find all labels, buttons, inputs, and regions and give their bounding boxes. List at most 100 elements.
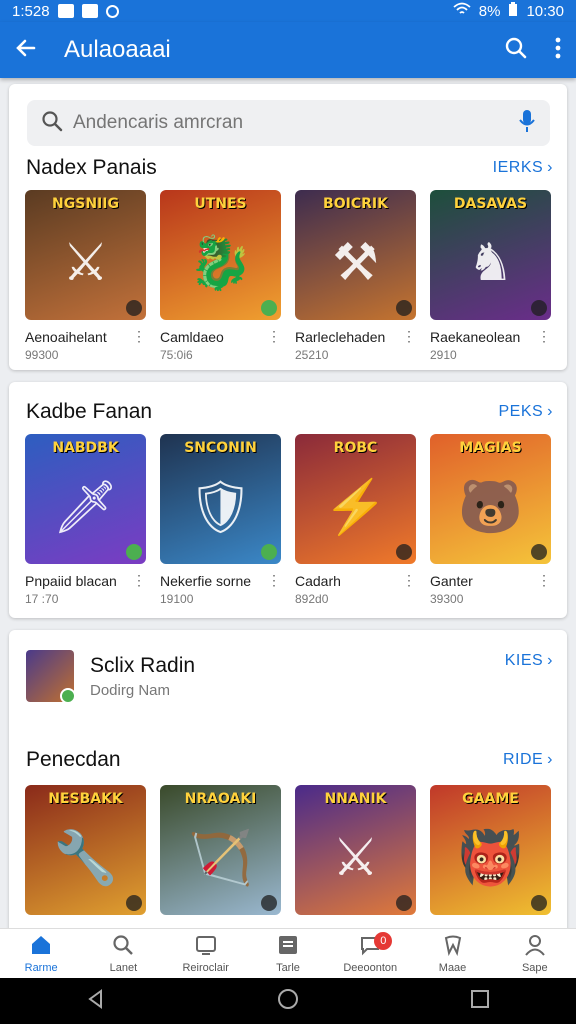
app-tile[interactable]: SNCONIN 🛡 Nekerfie sorne ⋮ 19100 (160, 434, 281, 606)
page-title: Aulaoaaai (64, 36, 171, 63)
back-nav-icon[interactable] (86, 988, 106, 1014)
app-thumbnail: DASAVAS ♞ (430, 190, 551, 320)
game-logo-text: NABDBK (52, 440, 119, 456)
section-title: Kadbe Fanan (26, 400, 153, 423)
nav-item[interactable]: Rarme (0, 929, 82, 978)
app-bar: Aulaoaaai (0, 22, 576, 78)
more-options-icon[interactable]: ⋮ (267, 328, 281, 345)
app-tile[interactable]: BOICRIK ⚒ Rarleclehaden ⋮ 25210 (295, 190, 416, 362)
game-logo-text: NGSNIIG (52, 196, 119, 212)
game-character-icon: 🛡 (187, 478, 254, 537)
see-more-link[interactable]: RIDE › (503, 751, 553, 769)
app-tile[interactable]: NNANIK ⚔ (295, 785, 416, 915)
search-icon (41, 110, 63, 137)
app-thumbnail: NGSNIIG ⚔ (25, 190, 146, 320)
install-badge-icon (531, 544, 547, 560)
search-bar[interactable] (27, 100, 550, 146)
app-tile[interactable]: NRAOAKI 🏹 (160, 785, 281, 915)
app-name: Aenoaihelant (25, 328, 107, 345)
app-tile[interactable]: ROBC ⚡ Cadarh ⋮ 892d0 (295, 434, 416, 606)
section-card-2: Kadbe Fanan PEKS › NABDBK 🗡 Pnpaiid blacan ⋮… (9, 382, 567, 618)
app-tile[interactable]: NESBAKK 🔧 (25, 785, 146, 915)
app-thumbnail: NNANIK ⚔ (295, 785, 416, 915)
nav-item[interactable]: 0 Deeoonton (329, 929, 411, 978)
more-vert-icon[interactable] (554, 37, 562, 64)
app-tile[interactable]: MAGIAS 🐻 Ganter ⋮ 39300 (430, 434, 551, 606)
game-logo-text: NESBAKK (48, 791, 123, 807)
app-name: Ganter (430, 572, 473, 589)
list-icon (277, 934, 299, 962)
app-name: Camldaeo (160, 328, 224, 345)
back-arrow-icon[interactable] (14, 36, 38, 65)
featured-app[interactable]: Sclix Radin Dodirg Nam KIES › (26, 648, 553, 704)
app-tile[interactable]: DASAVAS ♞ Raekaneolean ⋮ 2910 (430, 190, 551, 362)
see-more-link[interactable]: IERKS › (493, 159, 553, 177)
install-badge-icon (126, 895, 142, 911)
see-more-link[interactable]: KIES › (505, 652, 553, 670)
install-badge-icon (126, 544, 142, 560)
app-downloads: 2910 (430, 348, 457, 362)
app-name: Nekerfie sorne (160, 572, 252, 589)
app-name: Raekaneolean (430, 328, 521, 345)
section-header: Kadbe Fanan PEKS › (26, 400, 553, 424)
game-character-icon: ⚒ (332, 233, 379, 292)
nav-label: Reiroclair (182, 961, 229, 974)
search-icon[interactable] (504, 36, 528, 65)
app-downloads: 25210 (295, 348, 329, 362)
chevron-right-icon: › (547, 652, 553, 669)
more-options-icon[interactable]: ⋮ (402, 572, 416, 589)
game-logo-text: GAAME (462, 791, 519, 807)
more-options-icon[interactable]: ⋮ (267, 572, 281, 589)
app-thumbnail: BOICRIK ⚒ (295, 190, 416, 320)
app-name: Cadarh (295, 572, 341, 589)
status-time-left: 1:528 (12, 2, 50, 20)
see-more-link[interactable]: PEKS › (498, 403, 553, 421)
section-card-1: Nadex Panais IERKS› NGSNIIG ⚔ Aenoaihelant… (9, 84, 567, 370)
more-options-icon[interactable]: ⋮ (132, 572, 146, 589)
microphone-icon[interactable] (518, 109, 536, 138)
app-tile[interactable]: NGSNIIG ⚔ Aenoaihelant ⋮ 99300 (25, 190, 146, 362)
app-thumbnail: SNCONIN 🛡 (160, 434, 281, 564)
app-tile[interactable]: NABDBK 🗡 Pnpaiid blacan ⋮ 17 :70 (25, 434, 146, 606)
more-options-icon[interactable]: ⋮ (132, 328, 146, 345)
user-icon (524, 934, 546, 962)
game-character-icon: 🗡 (52, 478, 119, 537)
app-downloads: 892d0 (295, 592, 329, 606)
app-name: Pnpaiid blacan (25, 572, 117, 589)
install-badge-icon (126, 300, 142, 316)
recents-nav-icon[interactable] (470, 989, 490, 1014)
app-tile[interactable]: UTNES 🐉 Camldaeo ⋮ 75:0i6 (160, 190, 281, 362)
app-name: Rarleclehaden (295, 328, 386, 345)
game-logo-text: SNCONIN (184, 440, 257, 456)
notification-icon (57, 4, 74, 18)
nav-item[interactable]: Maae (411, 929, 493, 978)
more-options-icon[interactable]: ⋮ (537, 572, 551, 589)
more-options-icon[interactable]: ⋮ (537, 328, 551, 345)
nav-item[interactable]: Reiroclair (165, 929, 247, 978)
home-nav-icon[interactable] (277, 988, 299, 1015)
app-thumbnail: GAAME 👹 (430, 785, 551, 915)
install-badge-icon (396, 544, 412, 560)
app-downloads: 99300 (25, 348, 59, 362)
tooth-icon (442, 934, 464, 962)
nav-label: Tarle (276, 961, 300, 974)
game-character-icon: ♞ (467, 233, 514, 292)
nav-item[interactable]: Tarle (247, 929, 329, 978)
more-options-icon[interactable]: ⋮ (402, 328, 416, 345)
signal-text: 8% (478, 2, 501, 20)
app-tile[interactable]: GAAME 👹 (430, 785, 551, 915)
bottom-navigation: Rarme Lanet Reiroclair Tarle 0 Deeoonton Maae S… (0, 928, 576, 978)
chevron-right-icon: › (547, 403, 553, 420)
app-thumbnail: MAGIAS 🐻 (430, 434, 551, 564)
app-downloads: 17 :70 (25, 592, 59, 606)
section-title: Nadex Panais (26, 156, 157, 179)
nav-item[interactable]: Lanet (82, 929, 164, 978)
game-character-icon: 🔧 (53, 829, 118, 888)
install-badge-icon (396, 895, 412, 911)
nav-label: Lanet (109, 961, 138, 974)
install-badge-icon (261, 544, 277, 560)
search-input[interactable] (73, 112, 518, 134)
nav-item[interactable]: Sape (494, 929, 576, 978)
app-notification-icon (81, 4, 98, 18)
game-logo-text: NRAOAKI (184, 791, 257, 807)
